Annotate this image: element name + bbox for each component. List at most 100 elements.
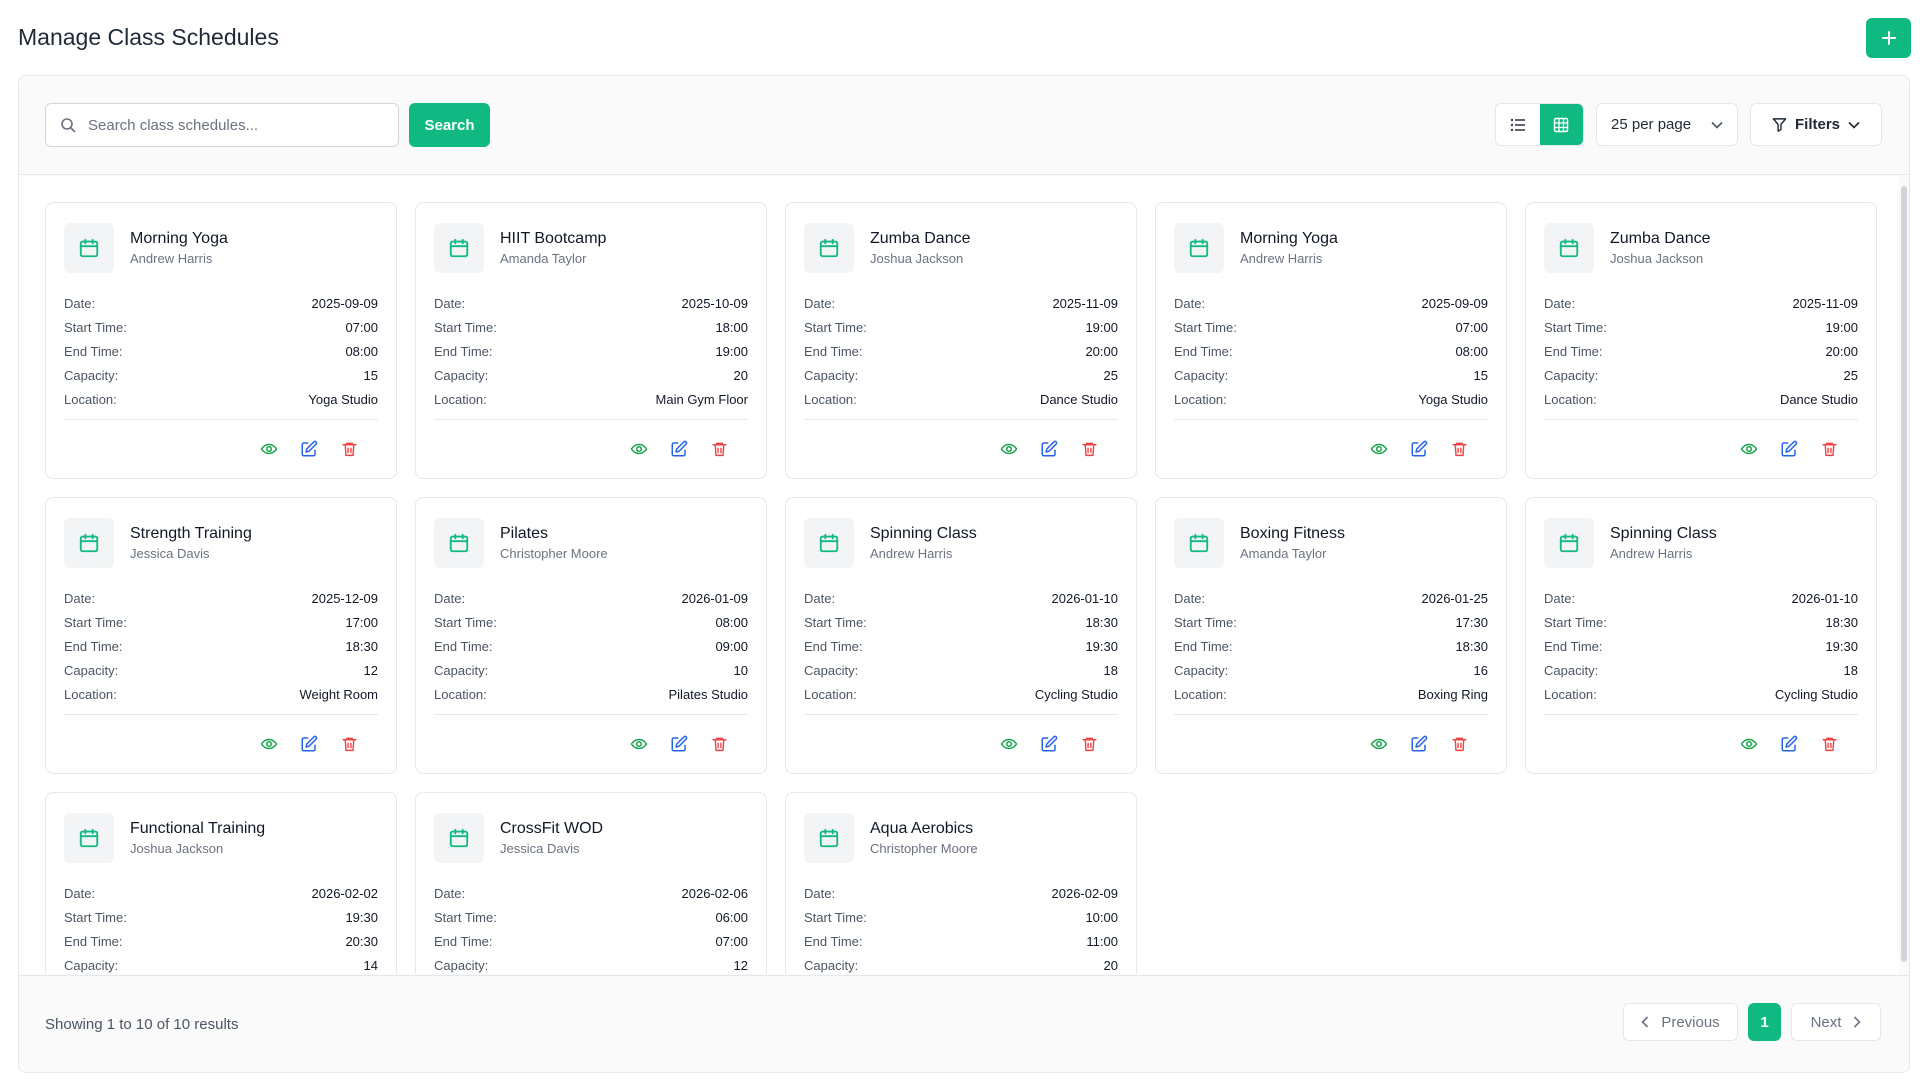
detail-value-location: Boxing Ring xyxy=(1417,686,1488,702)
detail-label: Start Time: xyxy=(1174,319,1237,335)
schedule-card[interactable]: Boxing Fitness Amanda Taylor Date: 2026-… xyxy=(1155,497,1507,774)
detail-label: Capacity: xyxy=(64,662,119,678)
filter-icon xyxy=(1772,118,1787,132)
page-1-button[interactable]: 1 xyxy=(1748,1003,1781,1041)
card-header: Spinning Class Andrew Harris xyxy=(804,518,1118,568)
detail-value-start: 10:00 xyxy=(1085,909,1118,925)
schedule-card[interactable]: HIIT Bootcamp Amanda Taylor Date: 2025-1… xyxy=(415,202,767,479)
class-name: Boxing Fitness xyxy=(1240,525,1345,542)
edit-button[interactable] xyxy=(1778,733,1800,755)
detail-row-date: Date: 2025-11-09 xyxy=(1544,291,1858,315)
schedule-card[interactable]: Strength Training Jessica Davis Date: 20… xyxy=(45,497,397,774)
detail-label: Date: xyxy=(64,885,96,901)
edit-button[interactable] xyxy=(298,733,320,755)
detail-row-start: Start Time: 19:30 xyxy=(64,905,378,929)
delete-button[interactable] xyxy=(1078,438,1100,460)
detail-label: Date: xyxy=(804,295,836,311)
card-actions xyxy=(434,733,748,755)
instructor-name: Andrew Harris xyxy=(130,251,213,266)
calendar-icon xyxy=(449,533,469,553)
list-view-button[interactable] xyxy=(1496,104,1540,145)
delete-button[interactable] xyxy=(708,733,730,755)
detail-row-capacity: Capacity: 12 xyxy=(434,953,748,974)
class-name: Functional Training xyxy=(130,820,266,837)
class-name: HIIT Bootcamp xyxy=(500,230,607,247)
detail-label: End Time: xyxy=(64,933,123,949)
search-field[interactable] xyxy=(45,103,399,147)
view-button[interactable] xyxy=(258,733,280,755)
detail-label: Date: xyxy=(804,885,836,901)
delete-button[interactable] xyxy=(1078,733,1100,755)
delete-button[interactable] xyxy=(708,438,730,460)
schedule-card[interactable]: Spinning Class Andrew Harris Date: 2026-… xyxy=(1525,497,1877,774)
card-header: Functional Training Joshua Jackson xyxy=(64,813,378,863)
schedule-card[interactable]: Aqua Aerobics Christopher Moore Date: 20… xyxy=(785,792,1137,974)
delete-button[interactable] xyxy=(338,438,360,460)
delete-button[interactable] xyxy=(1448,438,1470,460)
search-button[interactable]: Search xyxy=(409,103,490,147)
schedule-card[interactable]: Functional Training Joshua Jackson Date:… xyxy=(45,792,397,974)
edit-button[interactable] xyxy=(1778,438,1800,460)
schedule-card[interactable]: Zumba Dance Joshua Jackson Date: 2025-11… xyxy=(785,202,1137,479)
detail-label: End Time: xyxy=(64,638,123,654)
detail-row-date: Date: 2026-02-09 xyxy=(804,881,1118,905)
edit-button[interactable] xyxy=(1038,438,1060,460)
calendar-icon xyxy=(79,238,99,258)
view-button[interactable] xyxy=(628,438,650,460)
schedule-details: Date: 2025-09-09 Start Time: 07:00 End T… xyxy=(1174,291,1488,420)
detail-label: Date: xyxy=(64,590,96,606)
edit-button[interactable] xyxy=(668,733,690,755)
detail-row-start: Start Time: 07:00 xyxy=(64,315,378,339)
filters-button[interactable]: Filters xyxy=(1750,103,1882,146)
grid-view-button[interactable] xyxy=(1539,104,1583,145)
detail-row-end: End Time: 20:30 xyxy=(64,929,378,953)
detail-label: Location: xyxy=(64,391,117,407)
edit-button[interactable] xyxy=(1408,733,1430,755)
detail-value-location: Dance Studio xyxy=(1039,391,1118,407)
detail-row-start: Start Time: 18:30 xyxy=(1544,610,1858,634)
view-button[interactable] xyxy=(258,438,280,460)
delete-button[interactable] xyxy=(1448,733,1470,755)
detail-value-date: 2026-01-09 xyxy=(681,590,749,606)
delete-button[interactable] xyxy=(338,733,360,755)
view-button[interactable] xyxy=(1368,733,1390,755)
detail-label: Capacity: xyxy=(804,367,859,383)
detail-value-location: Yoga Studio xyxy=(308,391,378,407)
detail-row-location: Location: Yoga Studio xyxy=(1174,387,1488,411)
detail-row-location: Location: Dance Studio xyxy=(804,387,1118,411)
schedule-card[interactable]: Morning Yoga Andrew Harris Date: 2025-09… xyxy=(1155,202,1507,479)
instructor-name: Andrew Harris xyxy=(1610,546,1693,561)
scrollbar[interactable] xyxy=(1901,186,1907,962)
delete-button[interactable] xyxy=(1818,733,1840,755)
schedule-card[interactable]: Pilates Christopher Moore Date: 2026-01-… xyxy=(415,497,767,774)
next-page-button[interactable]: Next xyxy=(1791,1003,1881,1041)
view-button[interactable] xyxy=(1738,733,1760,755)
view-button[interactable] xyxy=(1368,438,1390,460)
edit-button[interactable] xyxy=(1408,438,1430,460)
delete-button[interactable] xyxy=(1818,438,1840,460)
detail-label: Location: xyxy=(434,686,487,702)
previous-page-button[interactable]: Previous xyxy=(1623,1003,1738,1041)
edit-button[interactable] xyxy=(668,438,690,460)
view-button[interactable] xyxy=(998,733,1020,755)
edit-button[interactable] xyxy=(298,438,320,460)
schedule-card[interactable]: Morning Yoga Andrew Harris Date: 2025-09… xyxy=(45,202,397,479)
schedule-card[interactable]: Zumba Dance Joshua Jackson Date: 2025-11… xyxy=(1525,202,1877,479)
eye-icon xyxy=(1740,738,1758,750)
per-page-select[interactable]: 25 per page xyxy=(1596,103,1738,146)
edit-button[interactable] xyxy=(1038,733,1060,755)
detail-value-date: 2026-01-10 xyxy=(1791,590,1859,606)
view-button[interactable] xyxy=(998,438,1020,460)
view-button[interactable] xyxy=(628,733,650,755)
detail-label: End Time: xyxy=(434,638,493,654)
schedule-card[interactable]: Spinning Class Andrew Harris Date: 2026-… xyxy=(785,497,1137,774)
view-button[interactable] xyxy=(1738,438,1760,460)
calendar-icon-box xyxy=(1174,518,1224,568)
search-input[interactable] xyxy=(88,116,378,134)
detail-value-capacity: 25 xyxy=(1103,367,1118,383)
card-header: HIIT Bootcamp Amanda Taylor xyxy=(434,223,748,273)
schedule-card[interactable]: CrossFit WOD Jessica Davis Date: 2026-02… xyxy=(415,792,767,974)
add-schedule-button[interactable] xyxy=(1866,18,1911,58)
detail-row-end: End Time: 11:00 xyxy=(804,929,1118,953)
detail-label: Start Time: xyxy=(804,909,867,925)
